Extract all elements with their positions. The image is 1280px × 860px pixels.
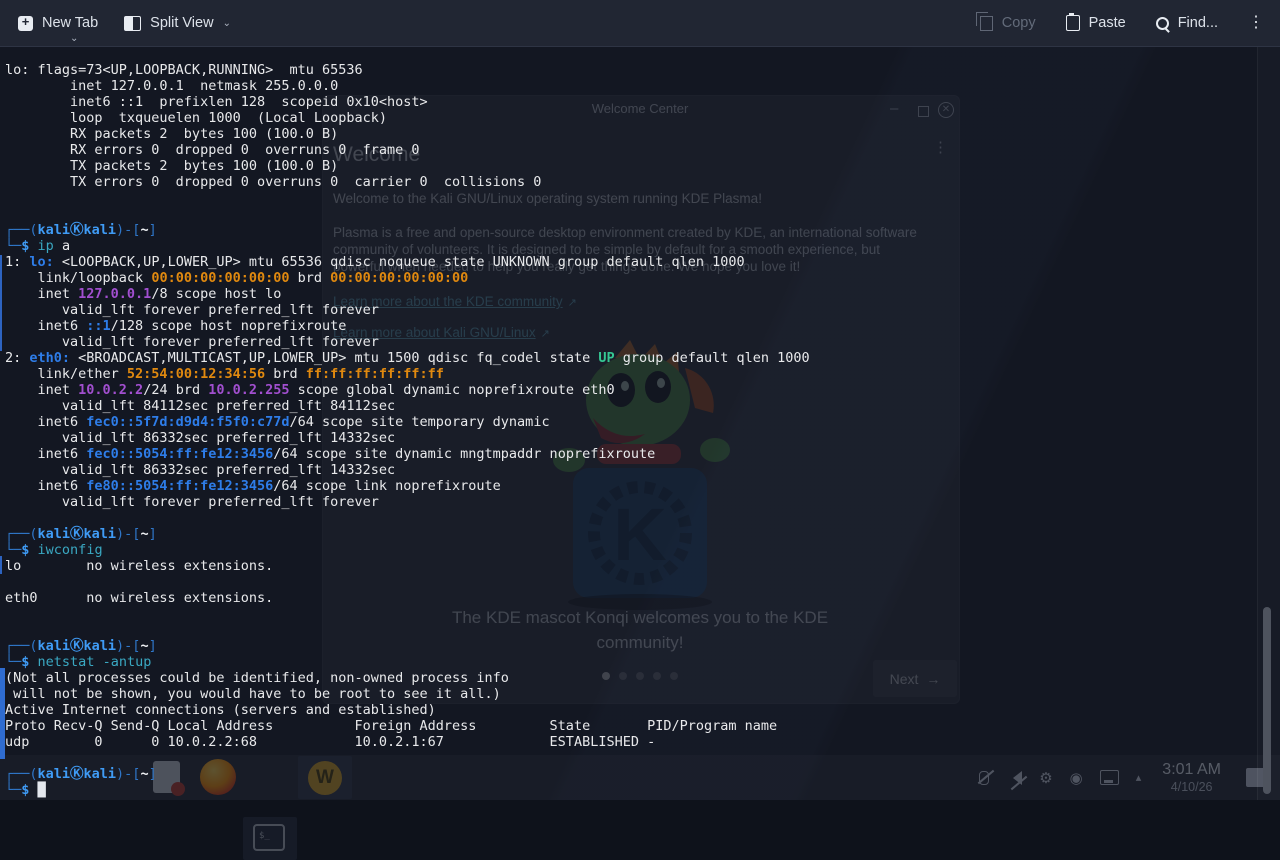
terminal-line: valid_lft forever preferred_lft forever [5, 494, 379, 510]
find-icon [1155, 16, 1169, 30]
terminal-line: valid_lft forever preferred_lft forever [5, 302, 379, 318]
terminal-line: valid_lft forever preferred_lft forever [5, 334, 379, 350]
overflow-menu-icon[interactable]: ⋮ [1248, 15, 1264, 31]
volume-muted-icon[interactable] [1006, 770, 1023, 785]
terminal-line: 1: lo: <LOOPBACK,UP,LOWER_UP> mtu 65536 … [5, 254, 745, 270]
window-maximize-icon[interactable] [918, 106, 929, 117]
split-view-label: Split View [150, 15, 214, 31]
terminal-line: inet 127.0.0.1/8 scope host lo [5, 286, 282, 302]
terminal-line: ┌──(kaliⓀkali)-[~] [5, 222, 157, 238]
terminal-line: └─$ iwconfig [5, 542, 103, 558]
terminal-line: └─$ █ [5, 782, 46, 798]
terminal-line: lo: flags=73<UP,LOOPBACK,RUNNING> mtu 65… [5, 62, 363, 78]
disc-icon[interactable]: ◉ [1070, 769, 1083, 787]
terminal-line: lo no wireless extensions. [5, 558, 274, 574]
next-arrow-icon: → [926, 670, 941, 687]
clock-time: 3:01 AM [1162, 761, 1221, 779]
paste-icon [1065, 13, 1080, 31]
new-tab-label: New Tab [42, 15, 99, 31]
terminal-line: link/ether 52:54:00:12:34:56 brd ff:ff:f… [5, 366, 444, 382]
terminal-line: ┌──(kaliⓀkali)-[~] [5, 526, 157, 542]
terminal-line: └─$ netstat -antup [5, 654, 152, 670]
terminal-line: ┌──(kaliⓀkali)-[~] [5, 766, 157, 782]
terminal-line: inet6 ::1 prefixlen 128 scopeid 0x10<hos… [5, 94, 428, 110]
paste-label: Paste [1088, 15, 1126, 31]
output-marker [0, 255, 2, 351]
terminal-line: loop txqueuelen 1000 (Local Loopback) [5, 110, 388, 126]
paste-button[interactable]: Paste [1065, 13, 1126, 31]
clock-date: 4/10/26 [1170, 779, 1213, 794]
system-tray: ⚙ ◉ ▴ 3:01 AM 4/10/26 [979, 755, 1280, 800]
terminal-line: inet6 fec0::5054:ff:fe12:3456/64 scope s… [5, 446, 656, 462]
output-marker [0, 556, 2, 574]
terminal-line: TX packets 2 bytes 100 (100.0 B) [5, 158, 339, 174]
terminal-line: RX errors 0 dropped 0 overruns 0 frame 0 [5, 142, 420, 158]
network-icon[interactable] [1099, 770, 1119, 785]
terminal-line: TX errors 0 dropped 0 overruns 0 carrier… [5, 174, 542, 190]
tray-expand-icon[interactable]: ▴ [1136, 771, 1142, 784]
terminal-line: inet6 ::1/128 scope host noprefixroute [5, 318, 347, 334]
terminal-line: inet6 fe80::5054:ff:fe12:3456/64 scope l… [5, 478, 501, 494]
copy-icon [975, 11, 993, 31]
split-view-button[interactable]: Split View ⌄ [124, 15, 231, 31]
new-tab-button[interactable]: New Tab ⌄ [18, 14, 99, 44]
output-marker [0, 668, 5, 759]
next-button[interactable]: Next → [873, 660, 957, 697]
find-label: Find... [1177, 15, 1218, 31]
clock[interactable]: 3:01 AM 4/10/26 [1162, 761, 1221, 794]
taskbar-item-terminal[interactable]: $_ [243, 817, 297, 860]
terminal-line: valid_lft 84112sec preferred_lft 84112se… [5, 398, 396, 414]
terminal-line: eth0 no wireless extensions. [5, 590, 274, 606]
scrollbar-track[interactable] [1257, 47, 1280, 800]
copy-button[interactable]: Copy [975, 11, 1036, 31]
terminal-line: 2: eth0: <BROADCAST,MULTICAST,UP,LOWER_U… [5, 350, 810, 366]
welcome-menu-icon[interactable]: ⋮ [933, 138, 948, 156]
terminal-line: udp 0 0 10.0.2.2:68 10.0.2.1:67 ESTABLIS… [5, 734, 656, 750]
terminal-line: inet6 fec0::5f7d:d9d4:f5f0:c77d/64 scope… [5, 414, 550, 430]
terminal-line: └─$ ip a [5, 238, 71, 254]
chevron-down-icon[interactable]: ⌄ [70, 33, 78, 44]
terminal-line: inet 127.0.0.1 netmask 255.0.0.0 [5, 78, 339, 94]
terminal-icon: $_ [253, 824, 285, 851]
copy-label: Copy [1001, 15, 1036, 31]
terminal-line: inet 10.0.2.2/24 brd 10.0.2.255 scope gl… [5, 382, 615, 398]
terminal-line: (Not all processes could be identified, … [5, 670, 509, 686]
window-close-icon[interactable]: ✕ [938, 102, 954, 118]
terminal-line: link/loopback 00:00:00:00:00:00 brd 00:0… [5, 270, 469, 286]
terminal-output[interactable]: lo: flags=73<UP,LOOPBACK,RUNNING> mtu 65… [5, 62, 810, 798]
terminal-line: Proto Recv-Q Send-Q Local Address Foreig… [5, 718, 778, 734]
terminal-toolbar: New Tab ⌄ Split View ⌄ Copy Paste Find..… [0, 0, 1280, 47]
terminal-line: will not be shown, you would have to be … [5, 686, 501, 702]
microphone-muted-icon[interactable] [979, 770, 990, 785]
window-minimize-icon[interactable]: – [890, 100, 898, 117]
scrollbar-thumb[interactable] [1263, 607, 1271, 794]
new-tab-icon [18, 14, 33, 31]
terminal-line: Active Internet connections (servers and… [5, 702, 436, 718]
chevron-down-icon[interactable]: ⌄ [223, 18, 231, 29]
terminal-line: ┌──(kaliⓀkali)-[~] [5, 638, 157, 654]
split-view-icon [124, 15, 142, 31]
terminal-line: valid_lft 86332sec preferred_lft 14332se… [5, 430, 396, 446]
terminal-line: valid_lft 86332sec preferred_lft 14332se… [5, 462, 396, 478]
terminal-line: RX packets 2 bytes 100 (100.0 B) [5, 126, 339, 142]
settings-icon[interactable]: ⚙ [1039, 769, 1052, 787]
find-button[interactable]: Find... [1155, 15, 1218, 31]
